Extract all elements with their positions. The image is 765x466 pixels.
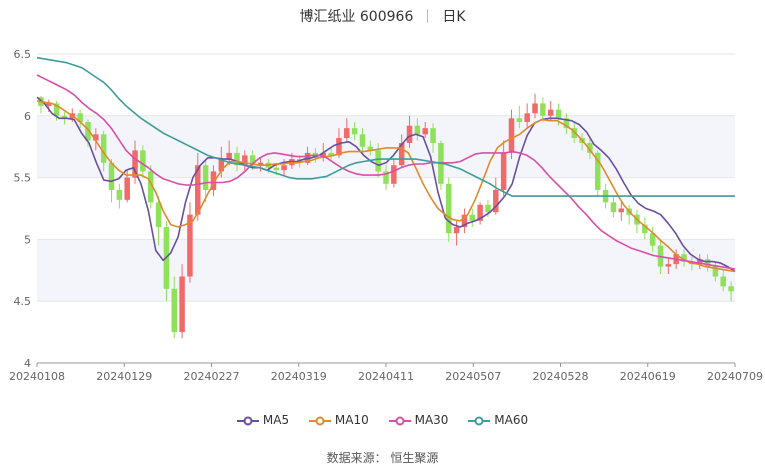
candle-body xyxy=(140,150,146,172)
x-tick-label: 20240507 xyxy=(445,370,501,383)
x-tick-label: 20240411 xyxy=(358,370,414,383)
y-tick-label: 4.5 xyxy=(14,295,32,308)
candle-body xyxy=(116,189,123,200)
candle-body xyxy=(532,103,538,114)
legend-label-ma5: MA5 xyxy=(262,413,290,427)
y-tick-label: 6 xyxy=(24,110,31,123)
candle-body xyxy=(720,276,726,287)
candle-body xyxy=(391,165,397,184)
legend-label-ma30: MA30 xyxy=(414,413,449,427)
candle-body xyxy=(202,165,209,190)
candle-body xyxy=(226,152,232,160)
candle-body xyxy=(665,264,672,267)
x-tick-label: 20240129 xyxy=(96,370,152,383)
y-tick-label: 6.5 xyxy=(14,48,32,61)
candle-body xyxy=(351,128,358,135)
candle-body xyxy=(508,118,515,153)
candle-body xyxy=(524,113,530,122)
candlestick-chart: 4 4.5 5 5.5 6 6.5 20240108 20240129 20240227 2024… xyxy=(9,48,763,383)
candle-body xyxy=(414,125,421,135)
candle-body xyxy=(344,128,350,139)
candle-body xyxy=(179,276,185,333)
grid-band xyxy=(37,239,735,302)
x-tick-label: 20240108 xyxy=(9,370,65,383)
candle-body xyxy=(273,167,279,171)
candle-body xyxy=(555,109,562,119)
data-source-note: 数据来源： 恒生聚源 xyxy=(326,451,439,465)
candle-body xyxy=(430,128,436,143)
x-tick-label: 20240227 xyxy=(184,370,240,383)
candle-body xyxy=(610,202,617,213)
candle-body xyxy=(485,204,491,213)
candle-body xyxy=(359,134,366,147)
legend-label-ma10: MA10 xyxy=(334,413,369,427)
y-tick-label: 5.5 xyxy=(14,172,32,185)
candle-body xyxy=(540,103,546,116)
legend-item-ma30[interactable]: MA30 xyxy=(388,413,449,427)
candle-body xyxy=(124,177,130,200)
chart-legend: MA5 MA10 MA30 MA60 xyxy=(0,413,765,427)
candle-body xyxy=(375,150,381,172)
x-tick-label: 20240319 xyxy=(271,370,327,383)
candle-body xyxy=(728,286,734,292)
y-tick-label: 4 xyxy=(24,357,31,370)
candle-body xyxy=(547,109,554,116)
y-tick-label: 5 xyxy=(24,233,31,246)
legend-item-ma5[interactable]: MA5 xyxy=(236,413,290,427)
x-tick-label: 20240709 xyxy=(707,370,763,383)
candle-body xyxy=(281,165,287,171)
legend-item-ma60[interactable]: MA60 xyxy=(468,413,528,427)
x-tick-label: 20240528 xyxy=(533,370,589,383)
candle-body xyxy=(500,152,507,190)
legend-label-ma60: MA60 xyxy=(494,413,529,427)
legend-item-ma10[interactable]: MA10 xyxy=(308,413,369,427)
candle-body xyxy=(108,162,115,190)
candle-body xyxy=(453,227,460,234)
candle-body xyxy=(406,125,413,143)
candle-body xyxy=(171,288,177,333)
candle-body xyxy=(516,118,523,122)
candle-body xyxy=(469,214,476,221)
x-tick-label: 20240619 xyxy=(620,370,676,383)
candle-body xyxy=(618,208,625,213)
candle-body xyxy=(422,128,428,135)
candle-body xyxy=(445,183,452,234)
